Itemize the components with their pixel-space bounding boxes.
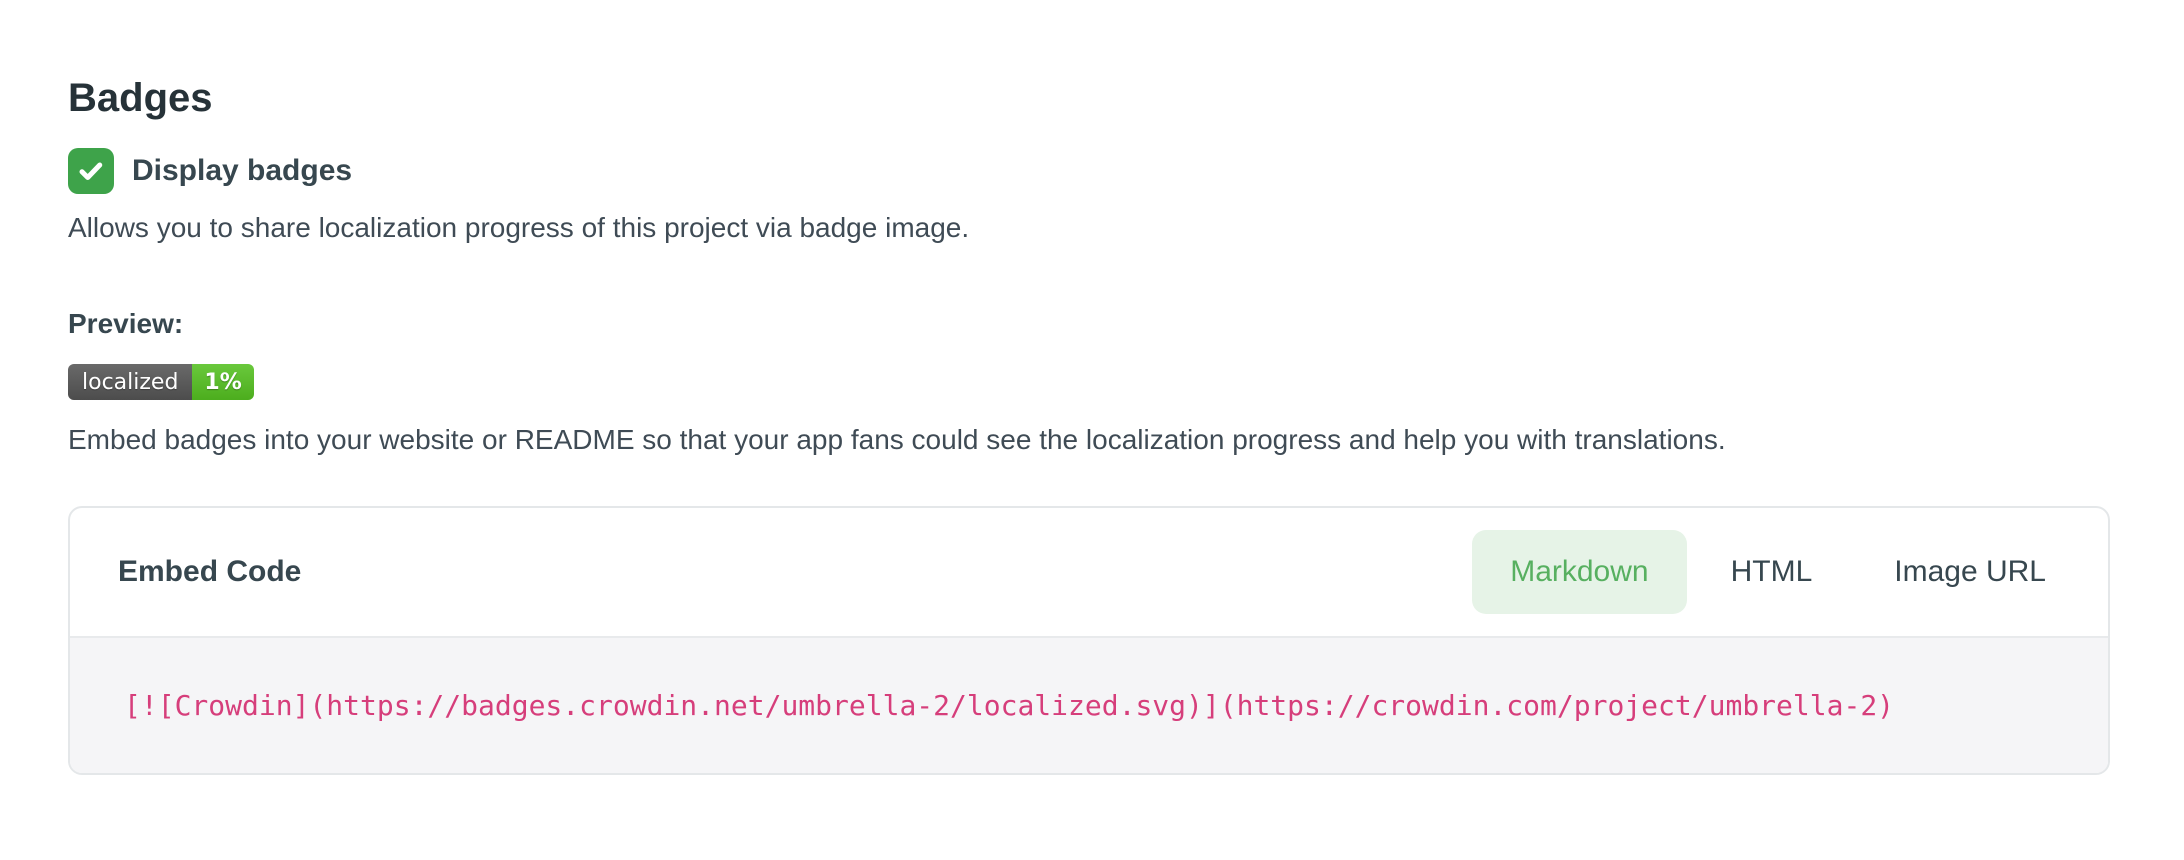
tab-markdown[interactable]: Markdown [1472, 530, 1686, 614]
page-title: Badges [68, 74, 2116, 122]
localization-progress-badge: localized 1% [68, 364, 254, 400]
preview-label: Preview: [68, 306, 2116, 342]
embed-format-tabs: Markdown HTML Image URL [1472, 530, 2084, 614]
badge-label-segment: localized [68, 364, 192, 400]
badges-settings-section: Badges Display badges Allows you to shar… [0, 0, 2184, 775]
checkmark-icon [76, 156, 106, 186]
embed-code-card-header: Embed Code Markdown HTML Image URL [70, 508, 2108, 636]
display-badges-row: Display badges [68, 148, 2116, 194]
tab-html[interactable]: HTML [1693, 530, 1851, 614]
embed-hint-text: Embed badges into your website or README… [68, 422, 2116, 458]
embed-code-text: [![Crowdin](https://badges.crowdin.net/u… [124, 689, 1894, 722]
display-badges-description: Allows you to share localization progres… [68, 210, 2116, 246]
display-badges-label: Display badges [132, 154, 352, 188]
embed-code-title: Embed Code [118, 555, 301, 589]
display-badges-checkbox[interactable] [68, 148, 114, 194]
tab-image-url[interactable]: Image URL [1856, 530, 2084, 614]
embed-code-card: Embed Code Markdown HTML Image URL [![Cr… [68, 506, 2110, 775]
embed-code-block[interactable]: [![Crowdin](https://badges.crowdin.net/u… [70, 636, 2108, 773]
badge-value-segment: 1% [192, 364, 253, 400]
